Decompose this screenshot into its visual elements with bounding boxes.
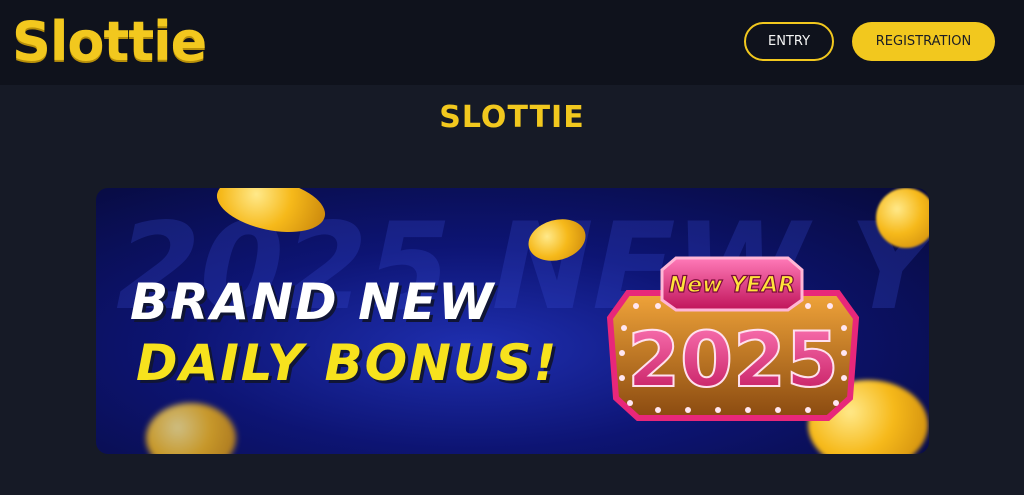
badge-top-text: New YEAR [669,273,795,298]
site-header: Slottie ENTRY REGISTRATION [0,0,1024,85]
new-year-badge: New YEAR 2025 [606,256,860,421]
banner-headline: BRAND NEW [130,273,496,331]
badge-year-text: 2025 [627,315,839,404]
coin-icon [876,188,929,248]
coin-icon [146,403,236,454]
registration-button[interactable]: REGISTRATION [852,22,995,61]
entry-button[interactable]: ENTRY [744,22,834,61]
site-logo[interactable]: Slottie [12,6,207,78]
page-title: SLOTTIE [439,100,585,135]
promo-banner[interactable]: 2025 NEW YEAR BRAND NEW DAILY BONUS! New… [96,188,929,454]
banner-subheadline: DAILY BONUS! [136,334,559,392]
